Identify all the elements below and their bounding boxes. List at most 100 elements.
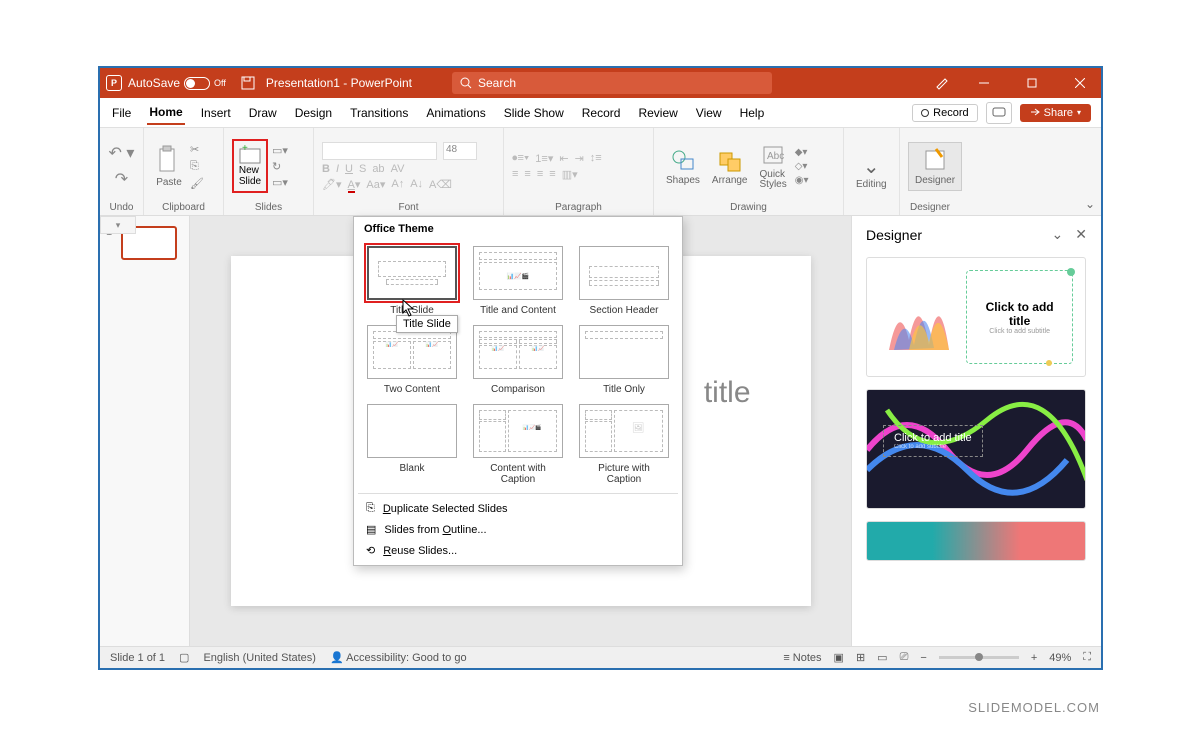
bold-button[interactable]: B (322, 163, 330, 175)
spellcheck-icon[interactable]: ▢ (179, 651, 189, 664)
sorter-view-icon[interactable]: ⊞ (856, 651, 865, 664)
collapse-ribbon-button[interactable]: ⌄ (1085, 197, 1095, 211)
zoom-in-button[interactable]: + (1031, 652, 1037, 664)
chevron-down-icon[interactable]: ⌄ (1052, 226, 1064, 243)
justify-button[interactable]: ≡ (549, 168, 555, 180)
tab-home[interactable]: Home (147, 101, 184, 125)
tab-slideshow[interactable]: Slide Show (502, 102, 566, 124)
close-button[interactable] (1065, 71, 1095, 95)
layout-content-caption[interactable]: 📊📈🎬 Content with Caption (466, 399, 570, 487)
zoom-level[interactable]: 49% (1049, 652, 1071, 664)
zoom-slider[interactable] (939, 656, 1019, 659)
numbering-button[interactable]: 1≡▾ (535, 152, 553, 165)
indent-inc-button[interactable]: ⇥ (575, 152, 584, 165)
design-suggestion-2[interactable]: Click to add title Click to add subtitle (866, 389, 1086, 509)
change-case-button[interactable]: Aa▾ (366, 178, 385, 191)
gallery-theme-label: Office Theme (358, 221, 678, 239)
design-suggestion-3[interactable] (866, 521, 1086, 561)
grow-font-button[interactable]: A↑ (391, 178, 404, 190)
outline-icon: ▤ (366, 523, 376, 536)
new-slide-button[interactable]: + New Slide (232, 139, 268, 193)
duplicate-slides-cmd[interactable]: ⎘Duplicate Selected Slides (358, 498, 678, 519)
maximize-button[interactable] (1017, 71, 1047, 95)
pen-icon[interactable] (935, 75, 951, 91)
paste-button[interactable]: Paste (152, 143, 186, 190)
tab-transitions[interactable]: Transitions (348, 102, 410, 124)
arrange-button[interactable]: Arrange (708, 145, 752, 188)
designer-button[interactable]: Designer (908, 142, 962, 191)
section-button[interactable]: ▭▾ (272, 176, 288, 189)
reset-button[interactable]: ↻ (272, 160, 288, 173)
quick-styles-button[interactable]: AbcQuick Styles (756, 140, 791, 192)
char-spacing-button[interactable]: AV (391, 163, 405, 175)
underline-button[interactable]: U (345, 163, 353, 175)
layout-button[interactable]: ▭▾ (272, 144, 288, 157)
minimize-button[interactable] (969, 71, 999, 95)
tab-insert[interactable]: Insert (199, 102, 233, 124)
italic-button[interactable]: I (336, 163, 339, 175)
reading-view-icon[interactable]: ▭ (877, 651, 887, 664)
layout-blank[interactable]: Blank (360, 399, 464, 487)
tab-design[interactable]: Design (293, 102, 334, 124)
redo-button[interactable]: ↷ (115, 169, 128, 189)
layout-title-only[interactable]: Title Only (572, 320, 676, 397)
autosave-toggle[interactable]: AutoSave Off (128, 76, 226, 90)
highlight-button[interactable]: 🖊▾ (322, 178, 342, 191)
font-combo[interactable] (322, 142, 437, 160)
qat-dropdown[interactable]: ▾ (100, 216, 136, 234)
duplicate-icon: ⎘ (366, 502, 375, 515)
tab-animations[interactable]: Animations (424, 102, 487, 124)
language-status[interactable]: English (United States) (203, 652, 316, 664)
shrink-font-button[interactable]: A↓ (410, 178, 423, 190)
tab-help[interactable]: Help (738, 102, 767, 124)
font-size-combo[interactable]: 48 (443, 142, 477, 160)
fit-to-window-button[interactable]: ⛶ (1083, 651, 1091, 664)
shapes-button[interactable]: Shapes (662, 145, 704, 188)
columns-button[interactable]: ▥▾ (562, 168, 578, 181)
layout-title-content[interactable]: 📊📈🎬 Title and Content (466, 241, 570, 318)
strikethrough-button[interactable]: S (359, 163, 366, 175)
tab-draw[interactable]: Draw (247, 102, 279, 124)
line-spacing-button[interactable]: ↕≡ (590, 152, 602, 164)
shape-outline-button[interactable]: ◇▾ (795, 161, 809, 172)
shadow-button[interactable]: ab (372, 163, 384, 175)
font-group-label: Font (322, 200, 495, 213)
cut-icon[interactable]: ✂ (190, 143, 204, 156)
shape-effects-button[interactable]: ◉▾ (795, 175, 809, 186)
shape-fill-button[interactable]: ◆▾ (795, 147, 809, 158)
tab-record[interactable]: Record (580, 102, 623, 124)
editing-button[interactable]: ⌄Editing (852, 152, 891, 192)
align-center-button[interactable]: ≡ (524, 168, 530, 180)
title-placeholder[interactable]: title (704, 376, 751, 410)
design-suggestion-1[interactable]: Click to add title Click to add subtitle (866, 257, 1086, 377)
tab-view[interactable]: View (694, 102, 724, 124)
slides-from-outline-cmd[interactable]: ▤Slides from Outline... (358, 519, 678, 540)
reuse-slides-cmd[interactable]: ⟲Reuse Slides... (358, 540, 678, 561)
ribbon-tabs: File Home Insert Draw Design Transitions… (100, 98, 1101, 128)
tab-file[interactable]: File (110, 102, 133, 124)
font-color-button[interactable]: A▾ (348, 178, 361, 191)
accessibility-status[interactable]: 👤 Accessibility: Good to go (330, 651, 467, 664)
share-button[interactable]: Share▾ (1020, 104, 1091, 122)
tab-review[interactable]: Review (636, 102, 679, 124)
zoom-out-button[interactable]: − (920, 652, 926, 664)
notes-button[interactable]: ≡ Notes (783, 652, 821, 664)
copy-icon[interactable]: ⎘ (190, 160, 204, 173)
layout-comparison[interactable]: 📊📈📊📈 Comparison (466, 320, 570, 397)
search-input[interactable]: Search (452, 72, 772, 94)
slideshow-view-icon[interactable]: ⎚ (900, 651, 909, 664)
close-pane-icon[interactable]: ✕ (1075, 226, 1087, 243)
layout-section-header[interactable]: Section Header (572, 241, 676, 318)
format-painter-icon[interactable]: 🖌 (190, 177, 204, 190)
save-icon[interactable] (240, 75, 256, 91)
undo-button[interactable]: ↶ ▾ (109, 143, 135, 163)
indent-dec-button[interactable]: ⇤ (559, 152, 568, 165)
layout-picture-caption[interactable]: 🖼 Picture with Caption (572, 399, 676, 487)
align-left-button[interactable]: ≡ (512, 168, 518, 180)
align-right-button[interactable]: ≡ (537, 168, 543, 180)
normal-view-icon[interactable]: ▣ (834, 651, 844, 664)
record-button[interactable]: Record (912, 104, 977, 122)
comments-button[interactable] (986, 102, 1012, 124)
bullets-button[interactable]: ⦁≡▾ (512, 152, 529, 165)
clear-format-button[interactable]: A⌫ (429, 178, 452, 191)
